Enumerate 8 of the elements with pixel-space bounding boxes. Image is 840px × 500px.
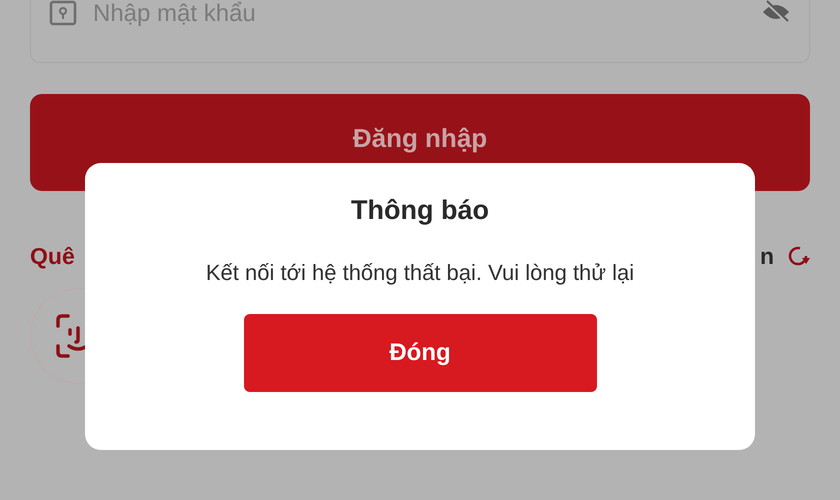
lock-icon	[49, 0, 77, 26]
refresh-icon[interactable]	[786, 244, 810, 268]
link[interactable]: n	[760, 242, 774, 270]
eye-off-icon[interactable]	[761, 0, 791, 24]
forgot-link[interactable]: Quê	[30, 242, 75, 270]
dialog-message: Kết nối tới hệ thống thất bại. Vui lòng thử lại	[206, 260, 634, 286]
close-button[interactable]: Đóng	[244, 314, 596, 392]
dialog-title: Thông báo	[351, 195, 489, 226]
